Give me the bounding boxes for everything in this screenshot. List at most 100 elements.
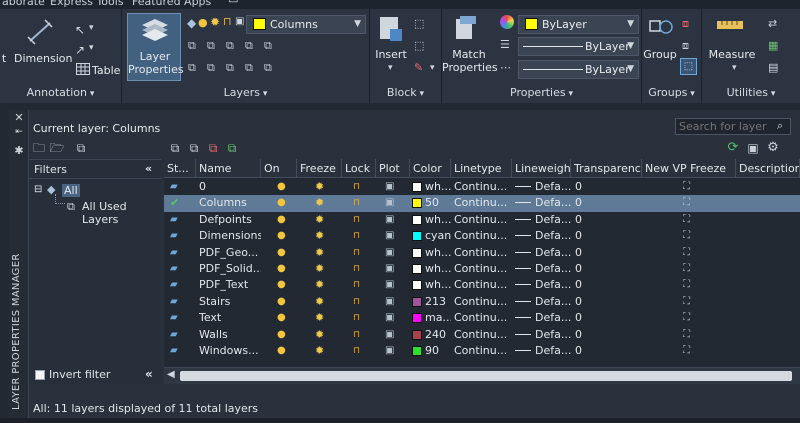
layer-transparency[interactable]: 0 (575, 195, 615, 211)
create-block-icon[interactable]: ⬚ (414, 17, 424, 30)
unlock-icon[interactable]: ⊓ (353, 294, 367, 310)
vp-freeze-icon[interactable]: ⛶ (683, 277, 697, 293)
layer-lineweight[interactable]: Defa... (515, 195, 571, 211)
collapse-filters-bottom-icon[interactable]: « (145, 367, 153, 381)
layer-status-icon[interactable]: ▰ (170, 343, 190, 359)
layer-transparency[interactable]: 0 (575, 343, 615, 359)
layer-linetype[interactable]: Continu... (454, 261, 510, 277)
scrollbar-thumb[interactable] (180, 371, 792, 381)
layer-transparency[interactable]: 0 (575, 261, 615, 277)
layer-status-icon[interactable]: ▰ (170, 245, 190, 261)
new-layer-icon[interactable]: ⧉ (167, 141, 183, 155)
layer-status-icon[interactable]: ▰ (170, 294, 190, 310)
match-properties-icon[interactable] (454, 15, 478, 41)
layer-status-icon[interactable]: ▰ (170, 212, 190, 228)
column-header-1[interactable]: Name (196, 159, 261, 178)
measure-ruler-icon[interactable] (716, 17, 744, 31)
layer-lineweight[interactable]: Defa... (515, 212, 571, 228)
bulb-icon[interactable]: ● (277, 277, 291, 293)
vp-freeze-icon[interactable]: ⛶ (683, 310, 697, 326)
unlock-icon[interactable]: ⊓ (353, 195, 367, 211)
layer-name[interactable]: 0 (199, 179, 261, 195)
layer-transparency[interactable]: 0 (575, 228, 615, 244)
vp-freeze-icon[interactable]: ⛶ (683, 228, 697, 244)
filter-all-used-layers[interactable]: All Used Layers (82, 200, 161, 226)
layer-linetype[interactable]: Continu... (454, 277, 510, 293)
block-attribute-dropdown-icon[interactable]: ▾ (430, 63, 435, 73)
column-header-4[interactable]: Lock (342, 159, 376, 178)
table-button[interactable]: Table (92, 64, 120, 77)
column-header-8[interactable]: Lineweight (512, 159, 571, 178)
layer-lineweight[interactable]: Defa... (515, 245, 571, 261)
unlock-icon[interactable]: ⊓ (353, 277, 367, 293)
layer-transparency[interactable]: 0 (575, 327, 615, 343)
new-layer-vp-frozen-icon[interactable]: ⧉ (186, 141, 202, 155)
printer-icon[interactable]: ▣ (385, 195, 399, 211)
layer-transparency[interactable]: 0 (575, 245, 615, 261)
printer-icon[interactable]: ▣ (385, 179, 399, 195)
column-header-5[interactable]: Plot (376, 159, 410, 178)
data-extraction-icon[interactable]: ▦ (768, 39, 778, 52)
group-edit-icon[interactable]: ⧈ (682, 39, 689, 53)
layer-row[interactable]: ▰ PDF_Geo... ● ✹ ⊓ ▣ wh... Continu... Defa... 0 ⛶ (164, 245, 800, 261)
layer-row[interactable]: ▰ Text ● ✹ ⊓ ▣ ma... Continu... Defa... 0 ⛶ (164, 310, 800, 326)
layer-name[interactable]: PDF_Geo... (199, 245, 261, 261)
bulb-icon[interactable]: ● (277, 294, 291, 310)
menu-item-express-tools[interactable]: Express Tools (50, 0, 124, 8)
layer-transparency[interactable]: 0 (575, 179, 615, 195)
layer-on-all-icon[interactable]: ⧉ (188, 61, 196, 75)
sun-icon[interactable]: ✹ (315, 245, 331, 261)
layer-name[interactable]: PDF_Solid... (199, 261, 261, 277)
bulb-icon[interactable]: ● (277, 310, 291, 326)
current-layer-check-icon[interactable]: ✔ (170, 195, 190, 211)
layer-row[interactable]: ▰ Windows... ● ✹ ⊓ ▣ 90 Continu... Defa... 0 ⛶ (164, 343, 800, 359)
block-group-title[interactable]: Block (370, 86, 441, 99)
vp-freeze-icon[interactable]: ⛶ (683, 294, 697, 310)
vp-freeze-icon[interactable]: ⛶ (683, 212, 697, 228)
sun-icon[interactable]: ✹ (315, 294, 331, 310)
layers-group-title[interactable]: Layers (122, 86, 369, 99)
column-header-3[interactable]: Freeze (297, 159, 342, 178)
bulb-icon[interactable]: ● (277, 261, 291, 277)
ungroup-icon[interactable]: ⧈ (682, 17, 689, 31)
layer-properties-button[interactable]: Layer Properties (127, 13, 184, 81)
new-group-filter-icon[interactable]: 🗁 (49, 141, 65, 155)
dimension-icon[interactable] (27, 19, 53, 45)
bulb-icon[interactable]: ● (277, 212, 291, 228)
layer-make-current-icon[interactable]: ⧉ (264, 39, 272, 53)
layer-status-icon[interactable]: ▰ (170, 179, 190, 195)
invert-filter-checkbox[interactable] (35, 370, 45, 380)
printer-icon[interactable]: ▣ (385, 310, 399, 326)
layer-transparency[interactable]: 0 (575, 310, 615, 326)
groups-group-title[interactable]: Groups (642, 86, 701, 99)
menu-item-featured-apps[interactable]: Featured Apps (132, 0, 211, 8)
layer-linetype[interactable]: Continu... (454, 228, 510, 244)
column-header-11[interactable]: Description (736, 159, 800, 178)
sun-icon[interactable]: ✹ (315, 179, 331, 195)
layer-state-icon[interactable]: ◆ (187, 16, 196, 30)
text-button-label[interactable]: t (0, 52, 8, 65)
insert-dropdown-icon[interactable]: ▾ (388, 63, 393, 73)
calculator-icon[interactable]: ▤ (768, 61, 778, 74)
unlock-icon[interactable]: ⊓ (353, 179, 367, 195)
sun-icon[interactable]: ✹ (315, 310, 331, 326)
close-icon[interactable]: ✕ (13, 111, 25, 124)
unlock-icon[interactable]: ⊓ (353, 261, 367, 277)
group-button[interactable]: Group (642, 48, 678, 61)
layer-row[interactable]: ▰ 0 ● ✹ ⊓ ▣ wh... Continu... Defa... 0 ⛶ (164, 179, 800, 195)
unlock-icon[interactable]: ⊓ (353, 327, 367, 343)
layer-color[interactable]: ma... (412, 310, 451, 326)
layer-lineweight[interactable]: Defa... (515, 310, 571, 326)
column-header-10[interactable]: New VP Freeze (642, 159, 736, 178)
sun-icon[interactable]: ✹ (315, 212, 331, 228)
new-property-filter-icon[interactable]: 🗀 (31, 141, 47, 155)
refresh-icon[interactable]: ⟳ (725, 141, 741, 155)
layer-lineweight[interactable]: Defa... (515, 343, 571, 359)
layer-transparency[interactable]: 0 (575, 212, 615, 228)
horizontal-scrollbar[interactable]: ◀ (164, 367, 800, 384)
layer-row[interactable]: ▰ Defpoints ● ✹ ⊓ ▣ wh... Continu... Defa... 0 ⛶ (164, 212, 800, 228)
insert-block-icon[interactable] (378, 15, 404, 43)
edit-block-icon[interactable]: ⬚ (414, 39, 424, 52)
layer-combo[interactable]: Columns ▼ (246, 15, 366, 34)
layer-name[interactable]: Windows... (199, 343, 261, 359)
